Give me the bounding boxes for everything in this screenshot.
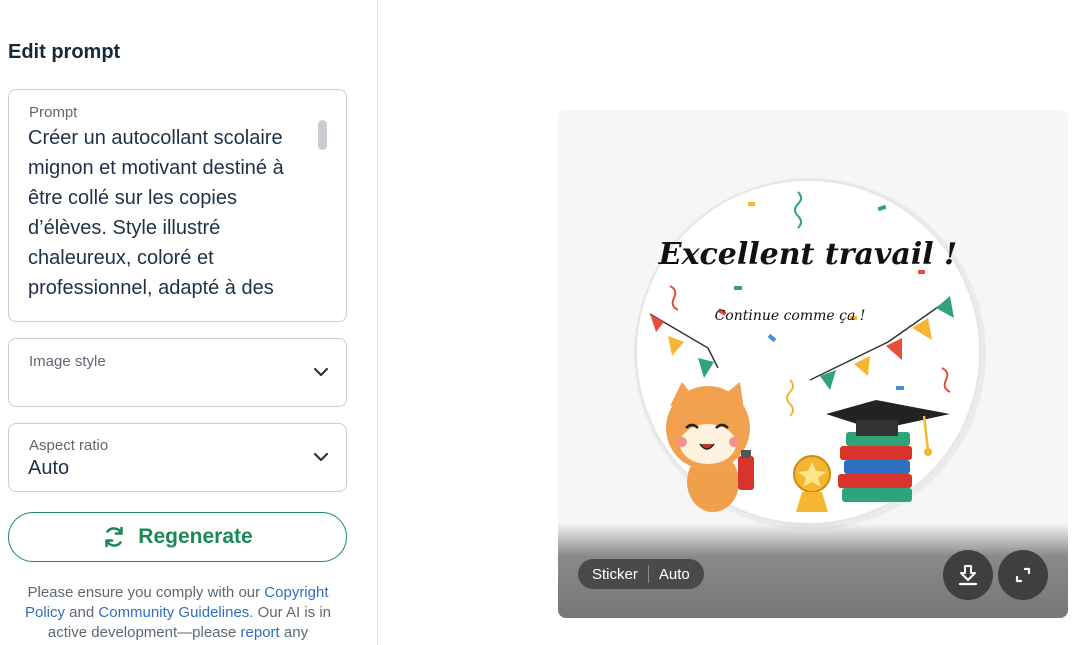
prompt-scrollbar[interactable] — [318, 120, 327, 150]
aspect-ratio-select[interactable]: Aspect ratio Auto — [8, 423, 347, 492]
disclaimer-text: and — [65, 604, 99, 621]
community-guidelines-link[interactable]: Community Guidelines — [98, 604, 249, 621]
aspect-ratio-value: Auto — [28, 457, 70, 479]
left-panel: Edit prompt Prompt Créer un autocollant … — [0, 0, 378, 645]
image-style-label: Image style — [29, 353, 106, 370]
prompt-field[interactable]: Prompt Créer un autocollant scolaire mig… — [8, 89, 347, 322]
tag-type: Sticker — [592, 565, 638, 583]
panel-title: Edit prompt — [8, 41, 121, 63]
regenerate-label: Regenerate — [138, 525, 253, 548]
expand-icon — [1015, 567, 1031, 583]
aspect-ratio-label: Aspect ratio — [29, 437, 109, 454]
image-tags: Sticker Auto — [578, 559, 704, 589]
image-preview-card[interactable]: Excellent travail ! Continue comme ça ! … — [558, 110, 1068, 618]
download-icon — [958, 565, 978, 586]
download-button[interactable] — [943, 550, 993, 600]
disclaimer: Please ensure you comply with our Copyri… — [10, 583, 346, 643]
tag-ratio: Auto — [658, 565, 690, 583]
refresh-icon — [105, 526, 124, 548]
chevron-down-icon — [313, 367, 329, 377]
report-link[interactable]: report — [241, 624, 280, 641]
sticker-subtitle: Continue comme ça ! — [715, 308, 866, 324]
tag-divider — [647, 565, 649, 583]
expand-button[interactable] — [998, 550, 1048, 600]
regenerate-button[interactable]: Regenerate — [8, 512, 347, 562]
disclaimer-text: any — [279, 624, 309, 641]
disclaimer-text: Please ensure you comply with our — [27, 584, 265, 601]
image-style-select[interactable]: Image style — [8, 338, 347, 407]
prompt-label: Prompt — [29, 104, 78, 121]
chevron-down-icon — [313, 452, 329, 462]
prompt-input[interactable]: Créer un autocollant scolaire mignon et … — [28, 123, 318, 303]
sticker-title: Excellent travail ! — [658, 237, 957, 272]
